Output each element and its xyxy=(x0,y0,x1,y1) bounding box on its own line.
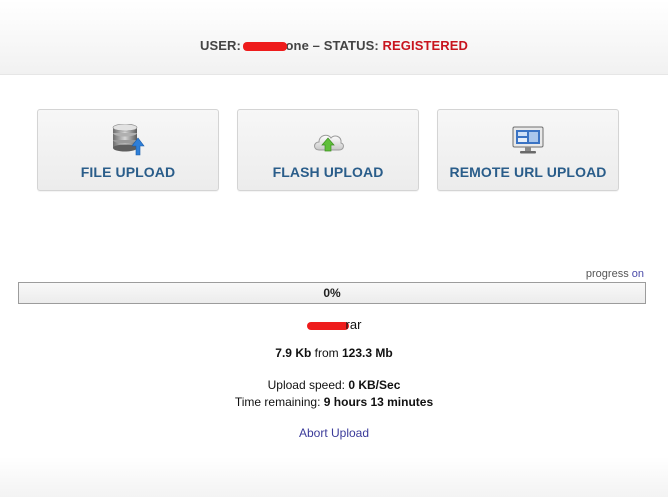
filename-visible: rar xyxy=(345,317,362,332)
time-remaining-value: 9 hours 13 minutes xyxy=(323,395,434,409)
database-upload-icon xyxy=(111,123,145,156)
cloud-upload-icon xyxy=(311,124,345,156)
time-remaining: Time remaining: 9 hours 13 minutes xyxy=(0,395,668,409)
file-upload-button[interactable]: FILE UPLOAD xyxy=(37,109,219,191)
upload-speed-value: 0 KB/Sec xyxy=(348,378,401,392)
progress-percent: 0% xyxy=(323,286,341,300)
remote-url-upload-label: REMOTE URL UPLOAD xyxy=(449,164,607,180)
upload-speed-label: Upload speed: xyxy=(267,378,345,392)
header-band: USER: one – STATUS: REGISTERED xyxy=(0,0,668,75)
status-label: STATUS: xyxy=(323,38,379,53)
separator: – xyxy=(312,38,320,53)
upload-page: USER: one – STATUS: REGISTERED FILE UPLO… xyxy=(0,0,668,497)
file-upload-label: FILE UPLOAD xyxy=(80,164,176,180)
username-visible: one xyxy=(285,38,309,53)
status-value: REGISTERED xyxy=(382,38,469,53)
flash-upload-button[interactable]: FLASH UPLOAD xyxy=(237,109,419,191)
progress-toggle-label: progress xyxy=(585,268,629,280)
redacted-filename xyxy=(306,321,349,330)
total-size: 123.3 Mb xyxy=(342,346,393,360)
abort-container: Abort Upload xyxy=(0,426,668,440)
remote-url-upload-button[interactable]: REMOTE URL UPLOAD xyxy=(437,109,619,191)
from-word: from xyxy=(314,346,339,360)
upload-speed: Upload speed: 0 KB/Sec xyxy=(0,378,668,392)
uploaded-size: 7.9 Kb xyxy=(275,346,312,360)
transfer-size: 7.9 Kb from 123.3 Mb xyxy=(0,346,668,360)
flash-upload-label: FLASH UPLOAD xyxy=(272,164,384,180)
time-remaining-label: Time remaining: xyxy=(234,395,321,409)
footer-band xyxy=(0,457,668,497)
progress-toggle: progress on xyxy=(586,268,644,280)
filename: rar xyxy=(0,317,668,332)
user-status-line: USER: one – STATUS: REGISTERED xyxy=(0,38,668,53)
progress-bar: 0% xyxy=(18,282,646,304)
monitor-icon xyxy=(511,124,545,156)
abort-upload-link[interactable]: Abort Upload xyxy=(299,426,369,440)
redacted-username: one xyxy=(242,38,309,53)
progress-toggle-state[interactable]: on xyxy=(632,268,644,280)
user-label: USER: xyxy=(199,38,241,53)
